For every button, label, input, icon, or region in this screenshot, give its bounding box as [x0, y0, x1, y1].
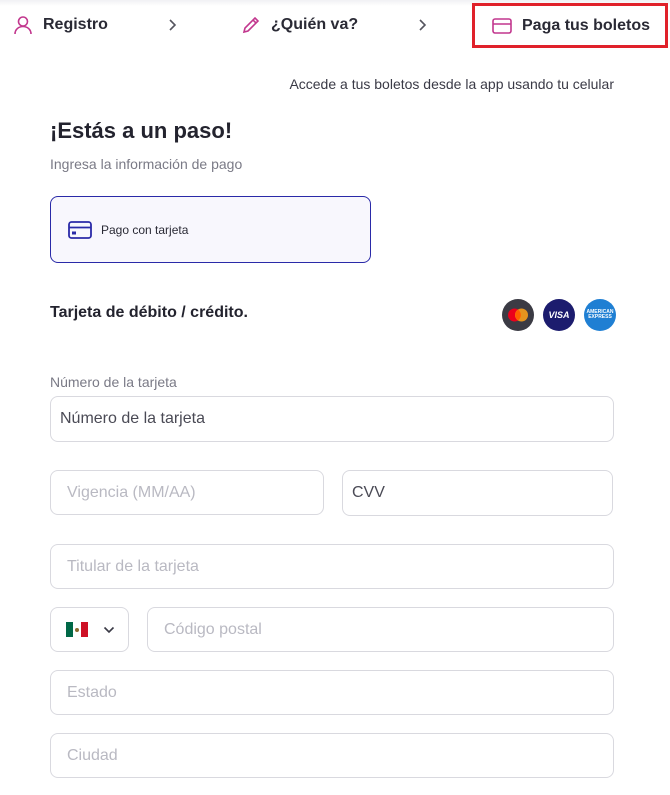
user-icon	[12, 14, 34, 36]
app-access-note: Accede a tus boletos desde la app usando…	[289, 76, 614, 92]
amex-text: AMERICAN EXPRESS	[586, 309, 614, 320]
city-input[interactable]	[50, 733, 614, 778]
payment-method-card-option[interactable]: Pago con tarjeta	[50, 196, 371, 263]
checkout-stepper: Registro ¿Quién va? Paga tus boletos	[0, 0, 670, 50]
step-quien-va[interactable]: ¿Quién va?	[240, 10, 358, 40]
card-number-input[interactable]	[50, 396, 614, 442]
card-number-label: Número de la tarjeta	[50, 374, 177, 390]
page-title: ¡Estás a un paso!	[50, 118, 233, 143]
amex-icon: AMERICAN EXPRESS	[584, 299, 616, 331]
country-select[interactable]	[50, 607, 129, 652]
chevron-right-icon	[416, 14, 430, 36]
credit-card-icon	[491, 15, 513, 37]
payment-method-label: Pago con tarjeta	[101, 222, 189, 237]
step-paga-tus-boletos[interactable]: Paga tus boletos	[472, 3, 668, 48]
step-label: Registro	[43, 16, 108, 33]
state-input[interactable]	[50, 670, 614, 715]
card-section-title: Tarjeta de débito / crédito.	[50, 304, 248, 321]
credit-card-icon	[68, 220, 92, 239]
visa-text: VISA	[548, 310, 570, 320]
cardholder-input[interactable]	[50, 544, 614, 589]
step-label: Paga tus boletos	[522, 16, 651, 34]
card-brands: VISA AMERICAN EXPRESS	[502, 299, 616, 331]
step-registro[interactable]: Registro	[12, 10, 108, 40]
zip-code-input[interactable]	[147, 607, 614, 652]
mexico-flag-icon	[66, 622, 88, 637]
visa-icon: VISA	[543, 299, 575, 331]
pencil-icon	[240, 14, 262, 36]
chevron-right-icon	[166, 14, 180, 36]
step-label: ¿Quién va?	[271, 16, 359, 33]
cvv-input[interactable]	[342, 470, 613, 516]
chevron-down-icon	[103, 621, 115, 639]
expiry-input[interactable]	[50, 470, 324, 515]
page-subtitle: Ingresa la información de pago	[50, 156, 243, 172]
mastercard-icon	[502, 299, 534, 331]
